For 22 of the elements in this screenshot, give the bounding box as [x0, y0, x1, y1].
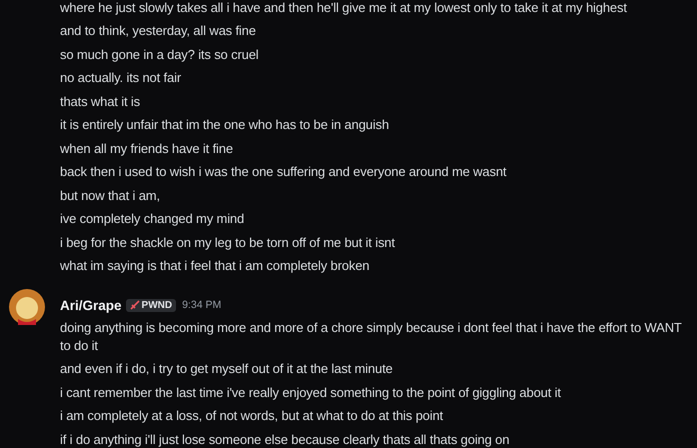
message-text: when all my friends have it fine — [60, 140, 234, 158]
message-text: i am completely at a loss, of not words, but at what to do at this point — [60, 407, 444, 426]
message-text: and to think, yesterday, all was fine — [60, 22, 257, 40]
message-text: i cant remember the last time i've really enjoyed something to the point of giggling about it — [60, 384, 562, 402]
message-text: what im saying is that i feel that i am completely broken — [60, 257, 370, 276]
user-tag: PWND — [126, 298, 176, 312]
message-text: ive completely changed my mind — [60, 210, 246, 228]
message-text: if i do anything i'll just lose someone else because clearly thats all thats going on — [60, 430, 510, 448]
sword-icon — [130, 300, 140, 310]
message-text: where he just slowly takes all i have and then he'll give me it at my lowest only to take it at my highest — [60, 0, 628, 17]
message-text: back then i used to wish i was the one suffering and everyone around me wasnt — [60, 163, 508, 182]
username[interactable]: Ari/Grape — [60, 298, 122, 312]
timestamp: 9:34 PM — [182, 299, 222, 311]
message-text: thats what it is — [60, 92, 141, 111]
avatar-icon[interactable] — [9, 289, 45, 325]
message-text: so much gone in a day? its so cruel — [60, 46, 260, 64]
message-text: and even if i do, i try to get myself out of it at the last minute — [60, 360, 394, 378]
message-text: doing anything is becoming more and more of a chore simply because i dont feel that i have the effort to WANT to do it — [60, 318, 682, 355]
message-text: it is entirely unfair that im the one who has to be in anguish — [60, 116, 390, 134]
message-text: i beg for the shackle on my leg to be torn off of me but it isnt — [60, 234, 396, 252]
message-text: but now that i am, — [60, 186, 161, 205]
message-text: no actually. its not fair — [60, 69, 182, 88]
